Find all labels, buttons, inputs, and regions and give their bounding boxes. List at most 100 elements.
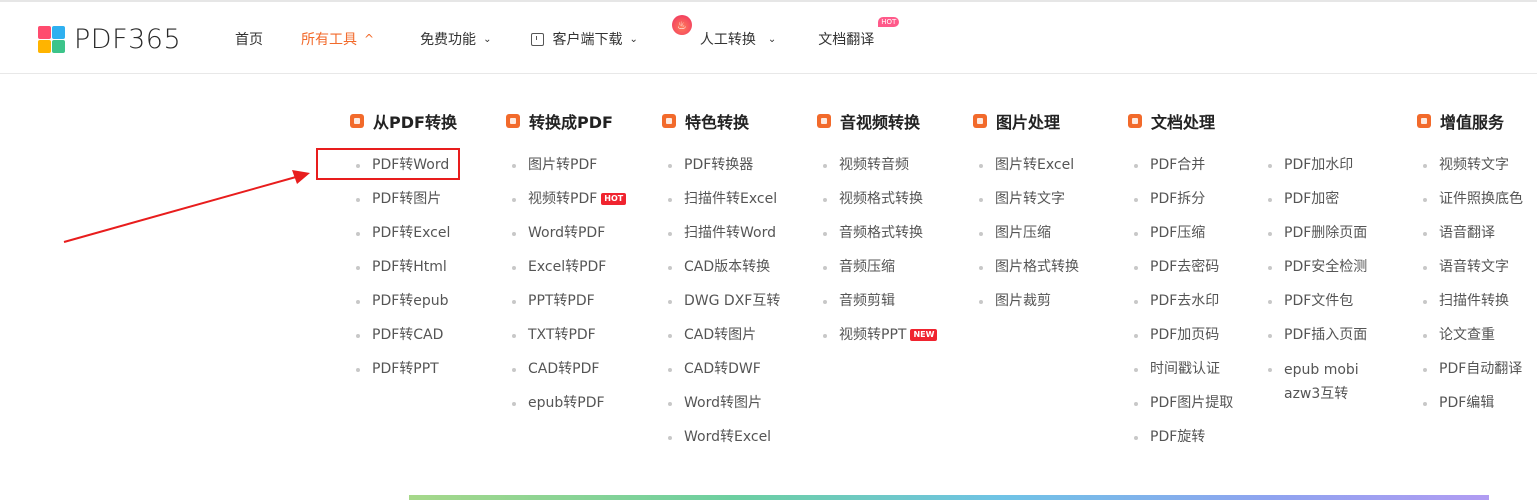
- column-title: 增值服务: [1417, 110, 1523, 132]
- tool-timestamp[interactable]: 时间戳认证: [1128, 358, 1233, 392]
- site-header: PDF365 首页 所有工具 ^ 免费功能 ⌄ 客户端下载 ⌄ ♨ 人工转换 ⌄…: [0, 2, 1537, 74]
- tool-word-to-pdf[interactable]: Word转PDF: [506, 222, 626, 256]
- tool-pdf-converter[interactable]: PDF转换器: [662, 154, 780, 188]
- all-tools-dropdown: 从PDF转换 PDF转Word PDF转图片 PDF转Excel PDF转Htm…: [0, 110, 1537, 490]
- main-nav: 首页 所有工具 ^ 免费功能 ⌄ 客户端下载 ⌄ ♨ 人工转换 ⌄ 文档翻译 H…: [235, 15, 900, 50]
- tool-pdf-package[interactable]: PDF文件包: [1262, 290, 1372, 324]
- nav-doc-translation[interactable]: 文档翻译 HOT: [818, 17, 900, 49]
- tool-list: PDF合并 PDF拆分 PDF压缩 PDF去密码 PDF去水印 PDF加页码 时…: [1128, 154, 1233, 460]
- tool-pdf-auto-translate[interactable]: PDF自动翻译: [1417, 358, 1523, 392]
- tool-pdf-split[interactable]: PDF拆分: [1128, 188, 1233, 222]
- tool-word-to-image[interactable]: Word转图片: [662, 392, 780, 426]
- nav-free-features[interactable]: 免费功能 ⌄: [420, 29, 491, 49]
- tool-pdf-to-cad[interactable]: PDF转CAD: [350, 324, 457, 358]
- shield-star-icon: [662, 114, 676, 128]
- tool-video-format[interactable]: 视频格式转换: [817, 188, 937, 222]
- logo[interactable]: PDF365: [38, 24, 181, 55]
- tool-pdf-to-excel[interactable]: PDF转Excel: [350, 222, 457, 256]
- tool-image-to-excel[interactable]: 图片转Excel: [973, 154, 1079, 188]
- tool-scan-to-excel[interactable]: 扫描件转Excel: [662, 188, 780, 222]
- tool-id-photo-bg[interactable]: 证件照换底色: [1417, 188, 1523, 222]
- chevron-down-icon: ⌄: [483, 33, 492, 45]
- tool-pdf-insert-page[interactable]: PDF插入页面: [1262, 324, 1372, 358]
- tool-pdf-encrypt[interactable]: PDF加密: [1262, 188, 1372, 222]
- tool-pdf-security-check[interactable]: PDF安全检测: [1262, 256, 1372, 290]
- pdf-convert-icon: [350, 114, 364, 128]
- image-icon: [973, 114, 987, 128]
- video-icon: [817, 114, 831, 128]
- fire-icon: ♨: [671, 15, 692, 35]
- column-doc-continued: PDF加水印 PDF加密 PDF删除页面 PDF安全检测 PDF文件包 PDF插…: [1262, 110, 1372, 426]
- new-badge: NEW: [910, 329, 938, 341]
- tool-pdf-rotate[interactable]: PDF旋转: [1128, 426, 1233, 460]
- download-icon: [531, 32, 545, 46]
- tool-cad-to-pdf[interactable]: CAD转PDF: [506, 358, 626, 392]
- column-title: 特色转换: [662, 110, 780, 132]
- tool-image-to-text[interactable]: 图片转文字: [973, 188, 1079, 222]
- tool-audio-compress[interactable]: 音频压缩: [817, 256, 937, 290]
- tool-pdf-remove-watermark[interactable]: PDF去水印: [1128, 290, 1233, 324]
- tool-list: 视频转文字 证件照换底色 语音翻译 语音转文字 扫描件转换 论文查重 PDF自动…: [1417, 154, 1523, 426]
- list-icon: [1417, 114, 1431, 128]
- tool-list: 视频转音频 视频格式转换 音频格式转换 音频压缩 音频剪辑 视频转PPT NEW: [817, 154, 938, 358]
- tool-paper-check[interactable]: 论文查重: [1417, 324, 1523, 358]
- tool-image-to-pdf[interactable]: 图片转PDF: [506, 154, 626, 188]
- tool-pdf-to-epub[interactable]: PDF转epub: [350, 290, 457, 324]
- chevron-down-icon: ⌄: [767, 33, 777, 45]
- column-title: 转换成PDF: [506, 110, 626, 132]
- tool-list: 图片转Excel 图片转文字 图片压缩 图片格式转换 图片裁剪: [973, 154, 1079, 324]
- tool-pdf-merge[interactable]: PDF合并: [1128, 154, 1233, 188]
- tool-cad-to-dwf[interactable]: CAD转DWF: [662, 358, 780, 392]
- tool-txt-to-pdf[interactable]: TXT转PDF: [506, 324, 626, 358]
- chevron-down-icon: ⌄: [629, 33, 638, 45]
- nav-home[interactable]: 首页: [235, 29, 263, 49]
- column-doc: 文档处理 PDF合并 PDF拆分 PDF压缩 PDF去密码 PDF去水印 PDF…: [1128, 110, 1233, 460]
- tool-list: PDF转Word PDF转图片 PDF转Excel PDF转Html PDF转e…: [350, 154, 457, 392]
- tool-video-to-audio[interactable]: 视频转音频: [817, 154, 937, 188]
- tool-epub-mobi-azw3[interactable]: epub mobi azw3互转: [1262, 358, 1372, 426]
- tool-video-to-pdf[interactable]: 视频转PDF HOT: [506, 188, 627, 222]
- tool-excel-to-pdf[interactable]: Excel转PDF: [506, 256, 626, 290]
- tool-pdf-to-html[interactable]: PDF转Html: [350, 256, 457, 290]
- column-av: 音视频转换 视频转音频 视频格式转换 音频格式转换 音频压缩 音频剪辑 视频转P…: [817, 110, 938, 358]
- tool-pdf-image-extract[interactable]: PDF图片提取: [1128, 392, 1233, 426]
- tool-pdf-page-number[interactable]: PDF加页码: [1128, 324, 1233, 358]
- tool-voice-translate[interactable]: 语音翻译: [1417, 222, 1523, 256]
- nav-all-tools[interactable]: 所有工具 ^: [301, 29, 374, 49]
- tool-dwg-dxf[interactable]: DWG DXF互转: [662, 290, 780, 324]
- column-image: 图片处理 图片转Excel 图片转文字 图片压缩 图片格式转换 图片裁剪: [973, 110, 1079, 324]
- column-title: 从PDF转换: [350, 110, 457, 132]
- nav-client-download[interactable]: 客户端下载 ⌄: [531, 29, 638, 49]
- tool-scan-convert[interactable]: 扫描件转换: [1417, 290, 1523, 324]
- logo-icon: [38, 26, 65, 53]
- tool-cad-version[interactable]: CAD版本转换: [662, 256, 780, 290]
- nav-manual-conversion[interactable]: ♨ 人工转换 ⌄: [671, 15, 777, 49]
- tool-image-crop[interactable]: 图片裁剪: [973, 290, 1079, 324]
- tool-pdf-compress[interactable]: PDF压缩: [1128, 222, 1233, 256]
- tool-epub-to-pdf[interactable]: epub转PDF: [506, 392, 626, 426]
- tool-audio-format[interactable]: 音频格式转换: [817, 222, 937, 256]
- tool-audio-cut[interactable]: 音频剪辑: [817, 290, 937, 324]
- tool-ppt-to-pdf[interactable]: PPT转PDF: [506, 290, 626, 324]
- tool-list: 图片转PDF 视频转PDF HOT Word转PDF Excel转PDF PPT转…: [506, 154, 627, 426]
- to-pdf-icon: [506, 114, 520, 128]
- document-icon: [1128, 114, 1142, 128]
- tool-voice-to-text[interactable]: 语音转文字: [1417, 256, 1523, 290]
- tool-pdf-to-ppt[interactable]: PDF转PPT: [350, 358, 457, 392]
- tool-pdf-to-image[interactable]: PDF转图片: [350, 188, 457, 222]
- tool-pdf-remove-password[interactable]: PDF去密码: [1128, 256, 1233, 290]
- highlight-box: [316, 148, 460, 180]
- tool-scan-to-word[interactable]: 扫描件转Word: [662, 222, 780, 256]
- hot-badge: HOT: [601, 193, 627, 205]
- tool-video-to-ppt[interactable]: 视频转PPT NEW: [817, 324, 938, 358]
- tool-word-to-excel[interactable]: Word转Excel: [662, 426, 780, 460]
- column-title: 音视频转换: [817, 110, 937, 132]
- tool-pdf-delete-page[interactable]: PDF删除页面: [1262, 222, 1372, 256]
- tool-pdf-edit[interactable]: PDF编辑: [1417, 392, 1523, 426]
- tool-image-compress[interactable]: 图片压缩: [973, 222, 1079, 256]
- tool-list: PDF加水印 PDF加密 PDF删除页面 PDF安全检测 PDF文件包 PDF插…: [1262, 154, 1372, 426]
- tool-image-format[interactable]: 图片格式转换: [973, 256, 1079, 290]
- tool-pdf-add-watermark[interactable]: PDF加水印: [1262, 154, 1372, 188]
- tool-cad-to-image[interactable]: CAD转图片: [662, 324, 780, 358]
- tool-video-to-text[interactable]: 视频转文字: [1417, 154, 1523, 188]
